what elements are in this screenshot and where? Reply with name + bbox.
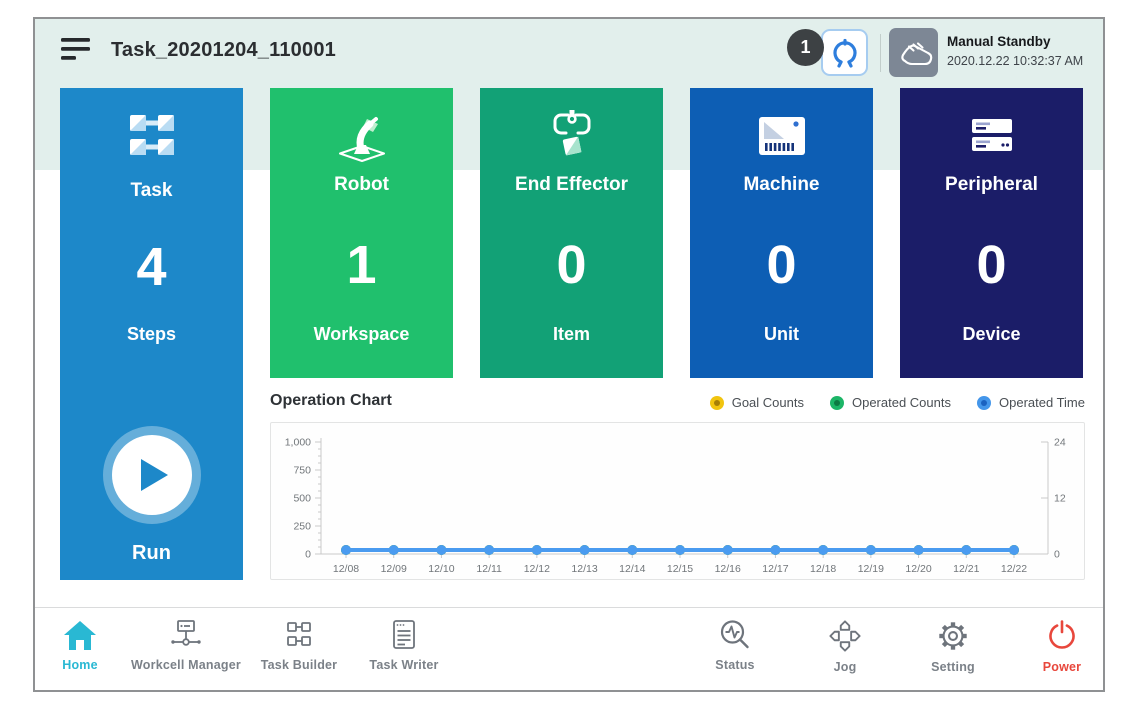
manual-mode-button[interactable] [889, 28, 938, 77]
svg-text:12/12: 12/12 [524, 563, 550, 575]
legend-goal-counts-label: Goal Counts [732, 395, 804, 410]
svg-text:12/11: 12/11 [476, 563, 502, 575]
card-end-effector-unit: Item [480, 324, 663, 345]
svg-text:24: 24 [1054, 437, 1066, 449]
app-window: Task_20201204_110001 1 Manual Standby 20… [33, 17, 1105, 692]
nav-task-writer-label: Task Writer [369, 658, 438, 672]
nav-divider [35, 607, 1103, 608]
svg-text:500: 500 [293, 493, 311, 505]
svg-text:250: 250 [293, 521, 311, 533]
nav-setting-label: Setting [931, 660, 975, 674]
mode-status-label: Manual Standby [947, 32, 1083, 52]
svg-text:12: 12 [1054, 493, 1066, 505]
card-task-name: Task [60, 180, 243, 202]
svg-text:12/16: 12/16 [715, 563, 741, 575]
jog-icon [827, 619, 863, 653]
card-peripheral-name: Peripheral [900, 174, 1083, 196]
card-peripheral-unit: Device [900, 324, 1083, 345]
legend-operated-counts-label: Operated Counts [852, 395, 951, 410]
peripheral-icon [900, 108, 1083, 164]
svg-text:12/21: 12/21 [953, 563, 979, 575]
card-peripheral-value: 0 [900, 234, 1083, 296]
card-machine-value: 0 [690, 234, 873, 296]
nav-task-builder-label: Task Builder [261, 658, 338, 672]
chart-legend: Goal Counts Operated Counts Operated Tim… [270, 395, 1085, 410]
svg-text:0: 0 [1054, 549, 1060, 561]
nav-power[interactable]: Power [987, 619, 1134, 674]
svg-text:12/13: 12/13 [571, 563, 597, 575]
gripper-icon [829, 37, 861, 69]
card-machine[interactable]: Machine 0 Unit [690, 88, 873, 378]
status-icon [718, 619, 752, 651]
svg-text:12/22: 12/22 [1001, 563, 1027, 575]
task-builder-icon [281, 619, 317, 651]
card-task-value: 4 [60, 236, 243, 298]
card-peripheral[interactable]: Peripheral 0 Device [900, 88, 1083, 378]
legend-goal-counts: Goal Counts [710, 395, 804, 410]
play-icon [112, 435, 192, 515]
card-robot-unit: Workspace [270, 324, 453, 345]
card-robot[interactable]: Robot 1 Workspace [270, 88, 453, 378]
card-end-effector-value: 0 [480, 234, 663, 296]
workcell-manager-icon [167, 619, 205, 651]
nav-power-label: Power [1043, 660, 1082, 674]
svg-text:12/10: 12/10 [428, 563, 454, 575]
svg-text:12/14: 12/14 [619, 563, 645, 575]
legend-operated-time-label: Operated Time [999, 395, 1085, 410]
gripper-tool-button[interactable] [821, 29, 868, 76]
operated-counts-dot-icon [830, 396, 844, 410]
end-effector-icon [480, 108, 663, 164]
task-writer-icon [387, 619, 421, 651]
task-icon [60, 108, 243, 164]
svg-text:12/19: 12/19 [858, 563, 884, 575]
card-end-effector[interactable]: End Effector 0 Item [480, 88, 663, 378]
operation-chart: 0 250 500 750 1,000 12/08 12/09 12/10 12/11 12/12… [270, 422, 1085, 580]
hand-icon [895, 36, 933, 70]
legend-operated-time: Operated Time [977, 395, 1085, 410]
operated-time-dot-icon [977, 396, 991, 410]
svg-text:12/20: 12/20 [905, 563, 931, 575]
card-task[interactable]: Task 4 Steps Run [60, 88, 243, 580]
svg-text:12/18: 12/18 [810, 563, 836, 575]
svg-text:1,000: 1,000 [285, 437, 311, 449]
nav-jog-label: Jog [834, 660, 857, 674]
svg-text:12/09: 12/09 [381, 563, 407, 575]
svg-text:0: 0 [305, 549, 311, 561]
machine-icon [690, 108, 873, 164]
svg-text:12/15: 12/15 [667, 563, 693, 575]
card-end-effector-name: End Effector [480, 174, 663, 196]
card-robot-value: 1 [270, 234, 453, 296]
card-machine-name: Machine [690, 174, 873, 196]
header-divider [880, 34, 881, 72]
robot-icon [270, 108, 453, 164]
menu-icon[interactable] [60, 36, 94, 64]
power-icon [1045, 619, 1079, 653]
card-task-unit: Steps [60, 324, 243, 345]
setting-icon [935, 619, 971, 653]
run-button[interactable] [103, 426, 201, 524]
card-robot-name: Robot [270, 174, 453, 196]
svg-text:12/08: 12/08 [333, 563, 359, 575]
nav-status-label: Status [715, 658, 754, 672]
home-icon [63, 619, 97, 651]
goal-counts-dot-icon [710, 396, 724, 410]
nav-home-label: Home [62, 658, 98, 672]
notification-badge[interactable]: 1 [787, 29, 824, 66]
run-label: Run [132, 542, 171, 565]
svg-text:12/17: 12/17 [762, 563, 788, 575]
mode-datetime: 2020.12.22 10:32:37 AM [947, 52, 1083, 70]
page-title: Task_20201204_110001 [111, 39, 336, 62]
card-machine-unit: Unit [690, 324, 873, 345]
legend-operated-counts: Operated Counts [830, 395, 951, 410]
nav-task-writer[interactable]: Task Writer [329, 619, 479, 672]
svg-text:750: 750 [293, 465, 311, 477]
